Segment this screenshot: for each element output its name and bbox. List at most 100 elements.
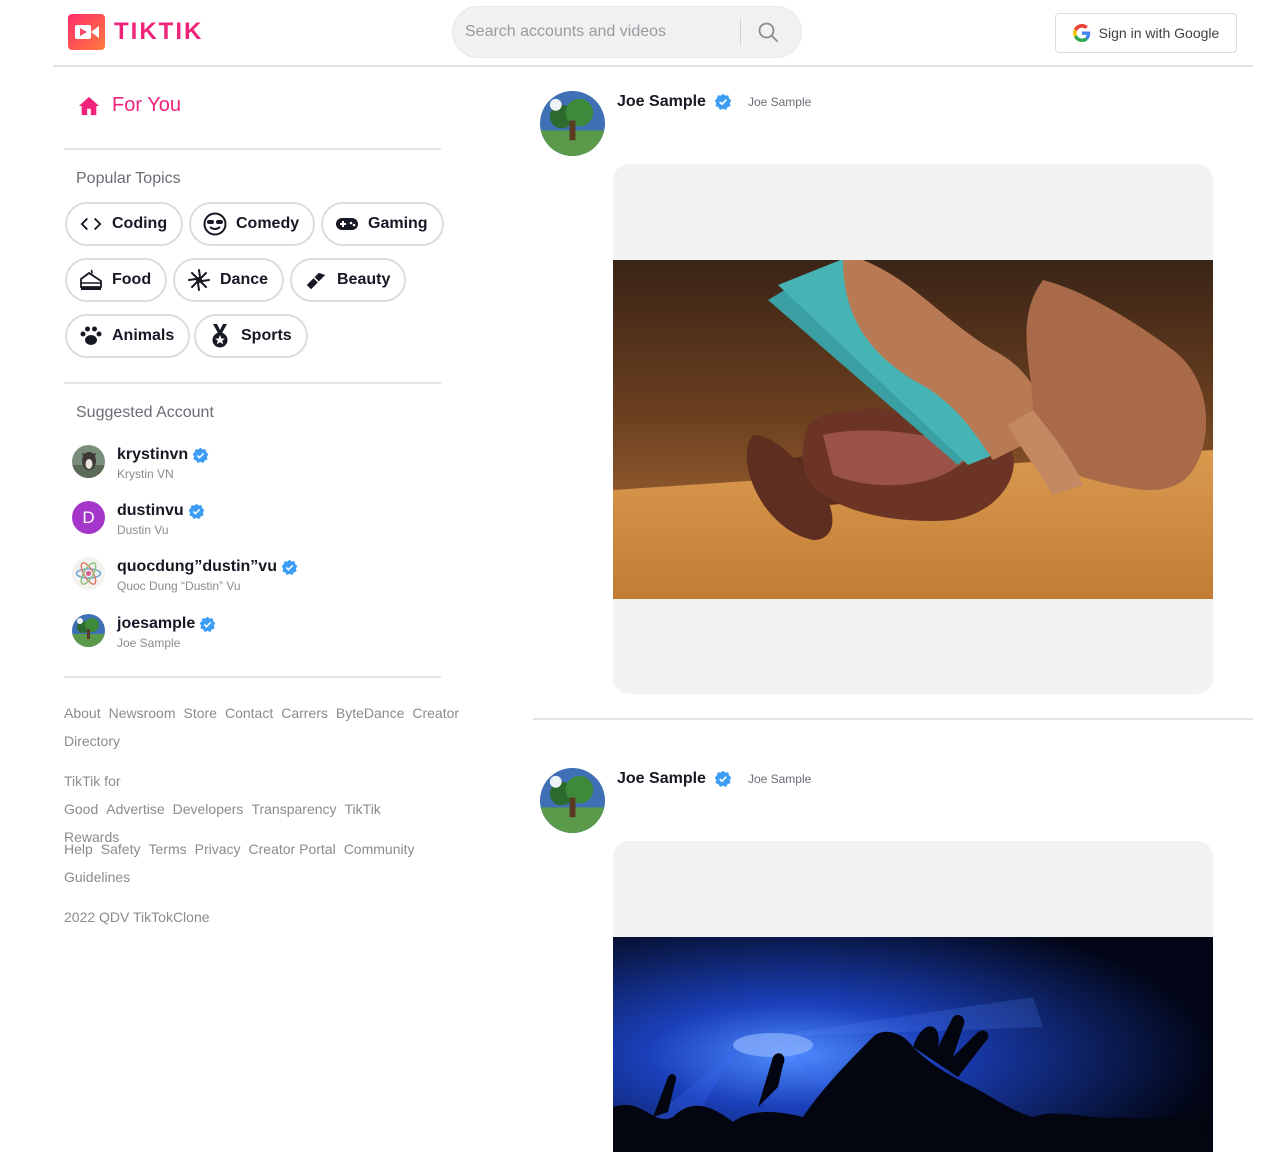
- post-header: Joe Sample Joe Sample: [540, 768, 811, 833]
- footer-links-legal: Help Safety Terms Privacy Creator Portal Comm…: [64, 835, 424, 891]
- footer-link[interactable]: Safety: [101, 841, 141, 857]
- topic-comedy[interactable]: Comedy: [189, 202, 316, 246]
- footer-link[interactable]: Developers: [173, 801, 244, 817]
- post-username[interactable]: Joe Sample: [617, 93, 706, 111]
- divider: [64, 148, 441, 150]
- cake-icon: [79, 268, 103, 292]
- sunglasses-face-icon: [203, 212, 227, 236]
- topic-label: Animals: [112, 327, 175, 344]
- footer-link[interactable]: ByteDance: [336, 705, 404, 721]
- tree-landscape-icon: [540, 91, 605, 156]
- footer-link[interactable]: Store: [184, 705, 217, 721]
- verified-badge-icon: [199, 616, 216, 632]
- avatar[interactable]: [540, 768, 605, 833]
- topic-label: Sports: [241, 327, 292, 344]
- account-username: joesample: [117, 615, 196, 632]
- account-fullname: Quoc Dung “Dustin” Vu: [117, 579, 241, 593]
- search-bar: [452, 6, 802, 58]
- video-card: [613, 164, 1213, 694]
- topic-gaming[interactable]: Gaming: [321, 202, 444, 246]
- suggested-account[interactable]: D dustinvu Dustin Vu: [72, 500, 205, 537]
- verified-badge-icon: [714, 93, 732, 110]
- suggested-account[interactable]: quocdung”dustin”vu Quoc Dung “Dustin” Vu: [72, 556, 298, 593]
- google-signin-label: Sign in with Google: [1098, 25, 1220, 41]
- topic-label: Dance: [220, 271, 269, 288]
- topic-animals[interactable]: Animals: [65, 314, 191, 358]
- topic-label: Comedy: [236, 215, 300, 232]
- search-icon: [758, 22, 778, 42]
- verified-badge-icon: [281, 559, 298, 575]
- divider: [64, 676, 441, 678]
- topic-beauty[interactable]: Beauty: [290, 258, 407, 302]
- tree-landscape-icon: [540, 768, 605, 833]
- video-player[interactable]: [613, 260, 1213, 599]
- post-fullname: Joe Sample: [747, 95, 812, 109]
- search-input[interactable]: [465, 12, 740, 52]
- footer-link[interactable]: Terms: [149, 841, 187, 857]
- gamepad-icon: [335, 212, 359, 236]
- footer-link[interactable]: Newsroom: [109, 705, 176, 721]
- video-thumbnail-steak: [613, 260, 1213, 599]
- footer-link[interactable]: Privacy: [195, 841, 241, 857]
- video-player[interactable]: [613, 937, 1213, 1152]
- footer-link[interactable]: Transparency: [251, 801, 336, 817]
- post-fullname: Joe Sample: [747, 772, 812, 786]
- footer-link[interactable]: Carrers: [281, 705, 328, 721]
- footer-link[interactable]: About: [64, 705, 101, 721]
- avatar: [72, 445, 105, 478]
- for-you-label: For You: [112, 94, 181, 116]
- account-username: quocdung”dustin”vu: [117, 558, 277, 575]
- video-camera-icon: [68, 14, 105, 50]
- account-fullname: Joe Sample: [117, 636, 181, 650]
- avatar[interactable]: [540, 91, 605, 156]
- footer-link[interactable]: Advertise: [106, 801, 164, 817]
- avatar-initial: D: [82, 507, 95, 527]
- code-icon: [79, 212, 103, 236]
- search-divider: [740, 19, 741, 45]
- tree-landscape-icon: [72, 614, 105, 647]
- google-icon: [1072, 24, 1090, 42]
- post-username[interactable]: Joe Sample: [617, 770, 706, 788]
- home-icon: [78, 96, 100, 115]
- search-button[interactable]: [757, 12, 801, 52]
- footer-link[interactable]: Creator Portal: [249, 841, 336, 857]
- paw-icon: [79, 324, 103, 348]
- logo[interactable]: TIKTIK: [68, 14, 203, 50]
- avatar: [72, 614, 105, 647]
- google-signin-button[interactable]: Sign in with Google: [1055, 13, 1237, 53]
- verified-badge-icon: [188, 503, 204, 519]
- topic-label: Food: [112, 271, 152, 288]
- topic-food[interactable]: Food: [65, 258, 168, 302]
- verified-badge-icon: [192, 447, 209, 463]
- lipstick-icon: [304, 268, 328, 292]
- popular-topics-title: Popular Topics: [76, 170, 181, 187]
- suggested-account-title: Suggested Account: [76, 404, 214, 421]
- medal-icon: [208, 324, 232, 348]
- account-fullname: Krystin VN: [117, 467, 174, 481]
- footer-link[interactable]: Contact: [225, 705, 273, 721]
- topic-dance[interactable]: Dance: [173, 258, 285, 302]
- top-navbar: TIKTIK Sign in with Google: [53, 0, 1253, 67]
- video-card: [613, 841, 1213, 1152]
- copyright: 2022 QDV TikTokClone: [64, 909, 210, 925]
- dance-icon: [187, 268, 211, 292]
- post-divider: [533, 718, 1253, 720]
- account-fullname: Dustin Vu: [117, 523, 169, 537]
- footer-link[interactable]: Help: [64, 841, 93, 857]
- account-username: krystinvn: [117, 446, 189, 463]
- sidebar-item-for-you[interactable]: For You: [78, 94, 181, 117]
- account-username: dustinvu: [117, 502, 184, 519]
- topic-sports[interactable]: Sports: [194, 314, 308, 358]
- topic-label: Beauty: [337, 271, 391, 288]
- suggested-account[interactable]: krystinvn Krystin VN: [72, 444, 209, 481]
- video-thumbnail-concert: [613, 937, 1213, 1152]
- divider: [64, 382, 441, 384]
- topic-label: Gaming: [368, 215, 428, 232]
- post-header: Joe Sample Joe Sample: [540, 91, 811, 156]
- footer-links-company: About Newsroom Store Contact Carrers ByteDanc…: [64, 699, 459, 755]
- atom-icon: [75, 562, 102, 585]
- logo-text: TIKTIK: [114, 18, 204, 45]
- topic-coding[interactable]: Coding: [65, 202, 184, 246]
- suggested-account[interactable]: joesample Joe Sample: [72, 613, 216, 650]
- avatar: [72, 557, 105, 590]
